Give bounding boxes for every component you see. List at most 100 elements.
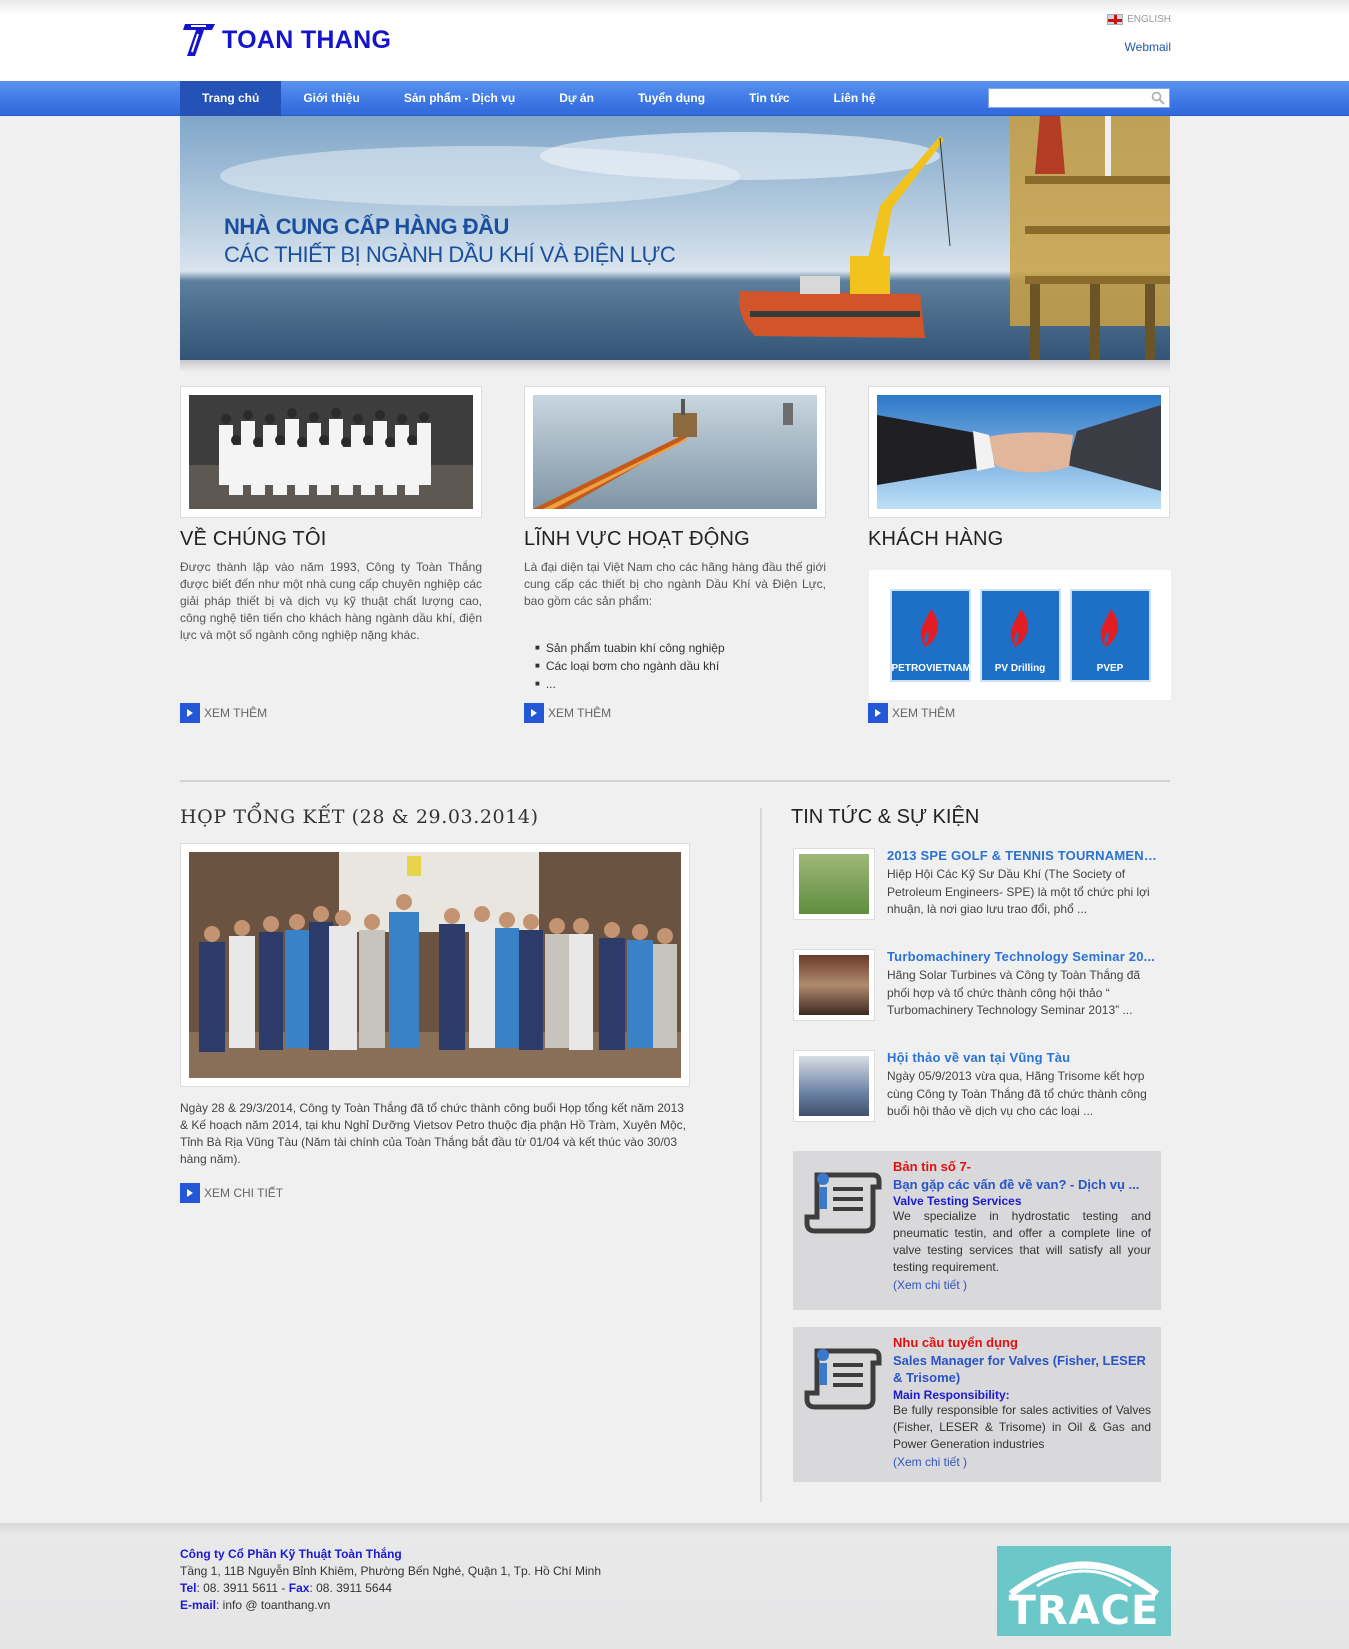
trace-logo-text: TRACE	[1008, 1588, 1160, 1634]
document-icon	[804, 1348, 882, 1410]
group-photo-image	[189, 852, 681, 1078]
flame-icon	[920, 608, 938, 647]
fields-more-link[interactable]: XEM THÊM	[524, 703, 611, 723]
banner-headline: NHÀ CUNG CẤP HÀNG ĐẦU	[224, 214, 509, 239]
clients-more-link[interactable]: XEM THÊM	[868, 703, 955, 723]
news-item-title[interactable]: Hội thảo về van tại Vũng Tàu	[887, 1050, 1161, 1065]
event-more-label: XEM CHI TIẾT	[204, 1186, 284, 1200]
footer-contact: Công ty Cổ Phần Kỹ Thuật Toàn Thắng Tầng…	[180, 1546, 601, 1614]
document-icon	[804, 1172, 882, 1234]
client-name: PV Drilling	[994, 662, 1046, 674]
list-item: Sản phẩm tuabin khí công nghiệp	[535, 639, 725, 657]
language-label: ENGLISH	[1127, 14, 1171, 25]
client-logo-pvep[interactable]: PVEP	[1069, 588, 1151, 682]
footer-company-name: Công ty Cổ Phần Kỹ Thuật Toàn Thắng	[180, 1547, 402, 1561]
nav-item-about[interactable]: Giới thiệu	[281, 81, 382, 116]
column-divider	[760, 808, 762, 1502]
news-item: Hội thảo về van tại Vũng Tàu Ngày 05/9/2…	[793, 1050, 1163, 1130]
fields-product-list: Sản phẩm tuabin khí công nghiệp Các loại…	[535, 639, 725, 693]
about-title: VỀ CHÚNG TÔI	[180, 528, 327, 550]
newsletter-notice: Bản tin số 7- Bạn gặp các vấn đề về van?…	[793, 1151, 1161, 1310]
banner-subheadline: CÁC THIẾT BỊ NGÀNH DẦU KHÍ VÀ ĐIỆN LỰC	[224, 242, 676, 267]
news-item-text: Hãng Solar Turbines và Công ty Toàn Thắn…	[887, 968, 1141, 1017]
handshake-image	[877, 395, 1161, 509]
clients-title: KHÁCH HÀNG	[868, 528, 1004, 550]
nav-item-home[interactable]: Trang chủ	[180, 81, 282, 116]
footer-address: Tầng 1, 11B Nguyễn Bỉnh Khiêm, Phường Bế…	[180, 1564, 602, 1578]
fields-more-label: XEM THÊM	[548, 706, 612, 720]
section-divider	[180, 780, 1170, 782]
nav-item-products[interactable]: Sản phẩm - Dịch vụ	[382, 81, 537, 116]
banner-shadow	[180, 360, 1170, 372]
news-item-title[interactable]: Turbomachinery Technology Seminar 20...	[887, 949, 1161, 964]
news-item-text: Hiệp Hội Các Kỹ Sư Dầu Khí (The Society …	[887, 867, 1150, 916]
event-photo[interactable]	[180, 843, 690, 1087]
clients-more-label: XEM THÊM	[892, 706, 956, 720]
about-more-label: XEM THÊM	[204, 706, 268, 720]
trace-partner-logo[interactable]: TRACE	[997, 1546, 1171, 1636]
client-name: PVEP	[1096, 662, 1124, 674]
notice-detail-link[interactable]: (Xem chi tiết )	[893, 1278, 967, 1292]
hero-banner: NHÀ CUNG CẤP HÀNG ĐẦU CÁC THIẾT BỊ NGÀNH…	[180, 116, 1170, 366]
language-switch[interactable]: ENGLISH	[1107, 14, 1171, 25]
uk-flag-icon	[1107, 14, 1124, 25]
tel-label: Tel	[180, 1581, 197, 1595]
fax-label: Fax	[288, 1581, 310, 1595]
clients-thumbnail[interactable]	[868, 386, 1170, 518]
fields-thumbnail[interactable]	[524, 386, 826, 518]
search-input[interactable]	[989, 90, 1145, 108]
client-logo-pv-drilling[interactable]: PV Drilling	[979, 588, 1061, 682]
notice-subtitle: Valve Testing Services	[893, 1194, 1022, 1208]
logo-text: TOAN THANG	[222, 25, 392, 54]
about-text: Được thành lập vào năm 1993, Công ty Toà…	[180, 560, 482, 642]
arrow-right-icon	[868, 703, 888, 723]
email-link[interactable]: : info @ toanthang.vn	[216, 1598, 330, 1612]
about-more-link[interactable]: XEM THÊM	[180, 703, 267, 723]
list-item: Các loại bơm cho ngành dầu khí	[535, 657, 725, 675]
nav-item-projects[interactable]: Dự án	[537, 81, 616, 116]
search-icon[interactable]	[1151, 91, 1165, 105]
notice-title[interactable]: Sales Manager for Valves (Fisher, LESER …	[893, 1352, 1151, 1386]
golf-image	[799, 854, 869, 914]
fields-text: Là đại diện tại Việt Nam cho các hãng hà…	[524, 560, 826, 608]
news-item: 2013 SPE GOLF & TENNIS TOURNAMENT ... Hi…	[793, 848, 1163, 928]
nav-item-contact[interactable]: Liên hệ	[812, 81, 898, 116]
news-item-title[interactable]: 2013 SPE GOLF & TENNIS TOURNAMENT ...	[887, 848, 1161, 863]
footer-phone-line: Tel: 08. 3911 5611 - Fax: 08. 3911 5644	[180, 1580, 601, 1597]
tel-value: : 08. 3911 5611 -	[196, 1581, 289, 1595]
news-thumbnail[interactable]	[793, 848, 875, 920]
oil-platform-image	[533, 395, 817, 509]
news-item: Turbomachinery Technology Seminar 20... …	[793, 949, 1163, 1029]
news-thumbnail[interactable]	[793, 1050, 875, 1122]
news-item-text: Ngày 05/9/2013 vừa qua, Hãng Trisome kết…	[887, 1069, 1147, 1118]
recruitment-notice: Nhu cầu tuyển dụng Sales Manager for Val…	[793, 1327, 1161, 1482]
event-more-link[interactable]: XEM CHI TIẾT	[180, 1183, 283, 1203]
about-thumbnail[interactable]	[180, 386, 482, 518]
main-nav: Trang chủ Giới thiệu Sản phẩm - Dịch vụ …	[180, 81, 898, 116]
notice-label: Nhu cầu tuyển dụng	[893, 1335, 1018, 1350]
notice-subtitle: Main Responsibility:	[893, 1388, 1010, 1402]
team-photo-image	[189, 395, 473, 509]
email-label: E-mail	[180, 1598, 217, 1612]
offshore-scene-image	[220, 116, 1170, 364]
client-name: PETROVIETNAM	[891, 662, 971, 674]
nav-item-careers[interactable]: Tuyển dụng	[616, 81, 727, 116]
notice-title[interactable]: Bạn gặp các vấn đề về van? - Dịch vụ ...	[893, 1177, 1151, 1192]
news-thumbnail[interactable]	[793, 949, 875, 1021]
client-logo-petrovietnam[interactable]: PETROVIETNAM	[889, 588, 971, 682]
webmail-link[interactable]: Webmail	[1125, 40, 1171, 54]
seminar-image	[799, 955, 869, 1015]
event-text: Ngày 28 & 29/3/2014, Công ty Toàn Thắng …	[180, 1101, 686, 1166]
notice-detail-link[interactable]: (Xem chi tiết )	[893, 1455, 967, 1469]
notice-text: Be fully responsible for sales activitie…	[893, 1403, 1151, 1451]
nav-item-news[interactable]: Tin tức	[727, 81, 811, 116]
search-box	[988, 88, 1170, 108]
logo[interactable]: TOAN THANG	[182, 20, 412, 60]
arrow-right-icon	[180, 703, 200, 723]
notice-label: Bản tin số 7-	[893, 1159, 972, 1174]
fields-title: LĨNH VỰC HOẠT ĐỘNG	[524, 528, 750, 550]
client-logos: PETROVIETNAM PV Drilling PVEP	[869, 570, 1171, 700]
flame-icon	[1100, 608, 1118, 647]
arrow-right-icon	[524, 703, 544, 723]
notice-text: We specialize in hydrostatic testing and…	[893, 1209, 1151, 1274]
